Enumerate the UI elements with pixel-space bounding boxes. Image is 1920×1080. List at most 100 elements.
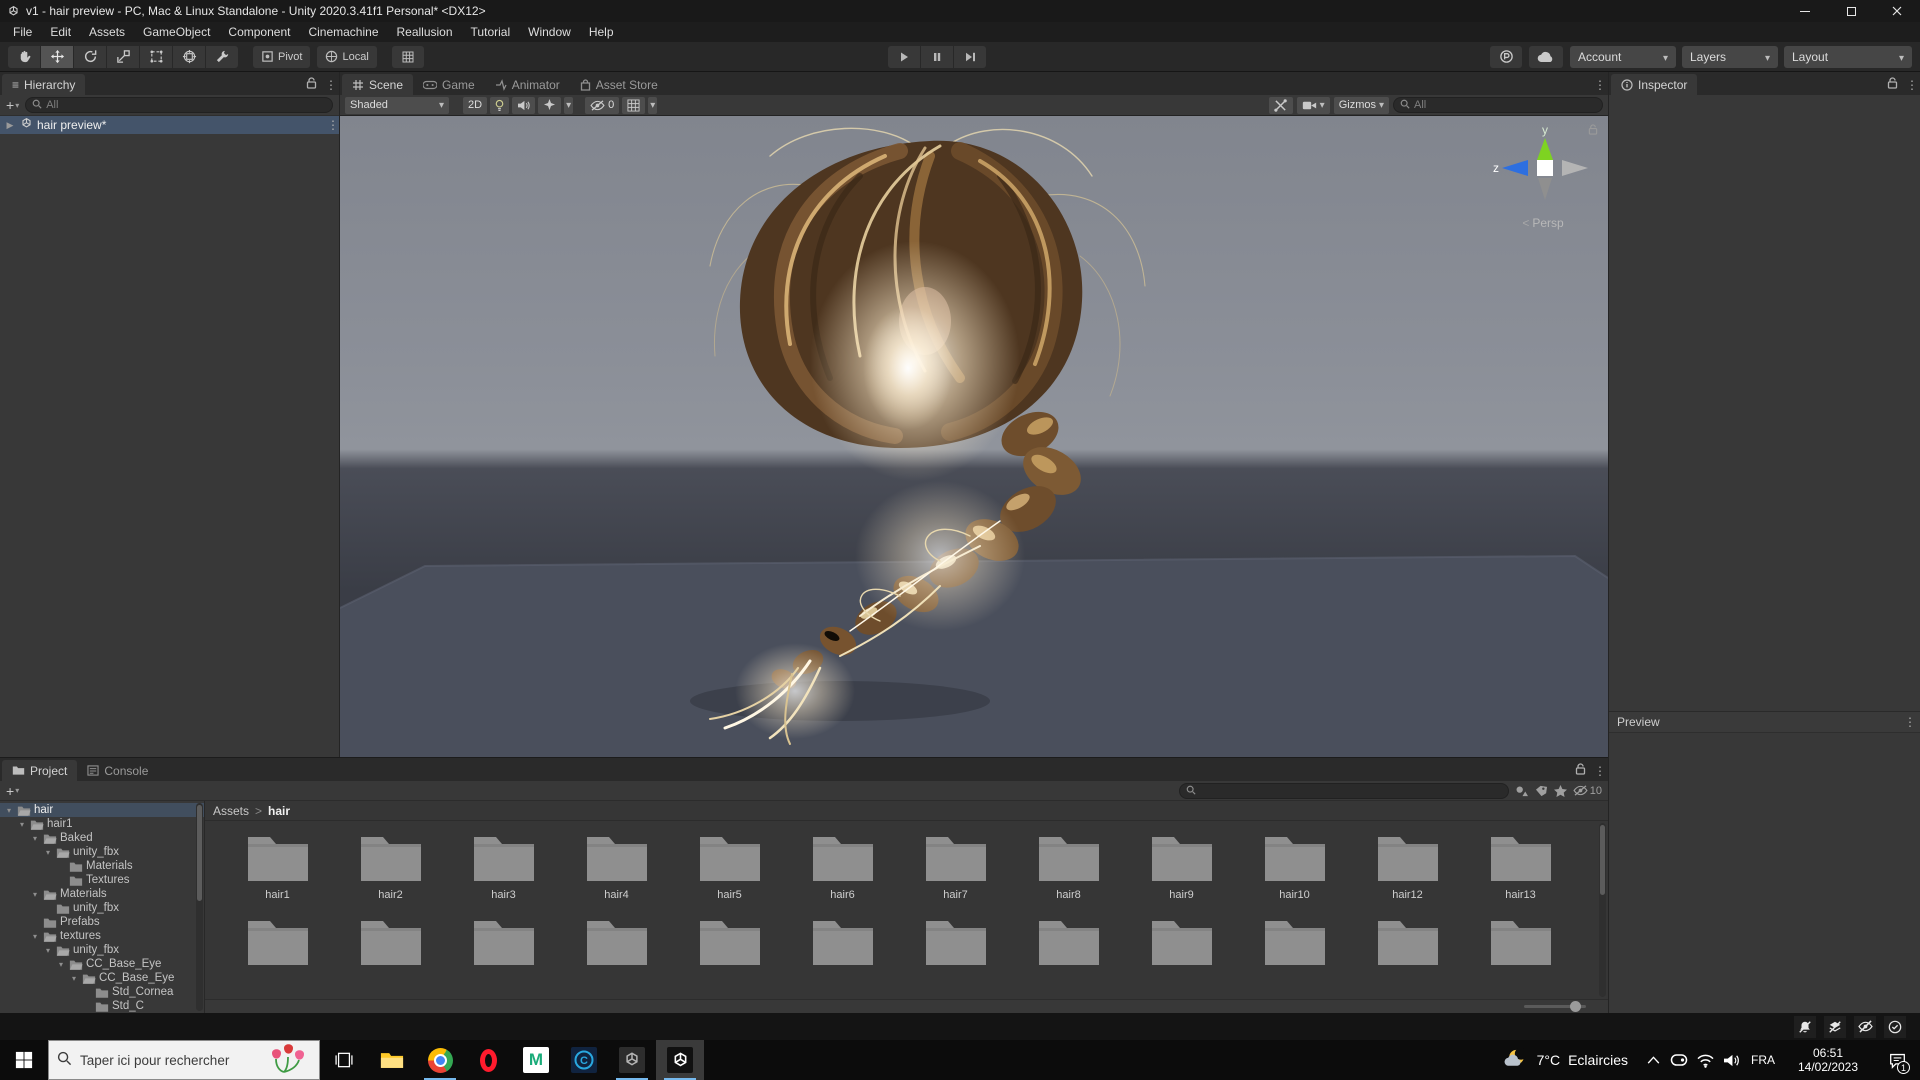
gizmo-lock-icon[interactable] <box>1588 124 1598 138</box>
asset-folder-partial[interactable] <box>228 915 328 970</box>
menu-edit[interactable]: Edit <box>41 22 80 42</box>
asset-folder-hair9[interactable]: hair9 <box>1132 831 1232 901</box>
orientation-gizmo[interactable]: y z < Persp <box>1488 122 1598 230</box>
grid-dropdown[interactable] <box>648 96 658 114</box>
project-tree-item-cc_base_eye[interactable]: CC_Base_Eye <box>0 957 204 971</box>
tab-console[interactable]: Console <box>77 760 158 781</box>
layers-dropdown[interactable]: Layers <box>1682 45 1778 68</box>
menu-gameobject[interactable]: GameObject <box>134 22 219 42</box>
menu-cinemachine[interactable]: Cinemachine <box>299 22 387 42</box>
project-tree-item-materials[interactable]: Materials <box>0 887 204 901</box>
hierarchy-menu-icon[interactable] <box>325 78 333 92</box>
project-search-input[interactable] <box>1199 784 1502 797</box>
asset-folder-partial[interactable] <box>454 915 554 970</box>
project-tree-item-unity_fbx[interactable]: unity_fbx <box>0 943 204 957</box>
asset-folder-partial[interactable] <box>1019 915 1119 970</box>
local-toggle-button[interactable]: Local <box>317 45 377 68</box>
hierarchy-add-button[interactable]: + <box>6 97 19 113</box>
asset-folder-hair2[interactable]: hair2 <box>341 831 441 901</box>
inspector-menu-icon[interactable] <box>1906 78 1914 92</box>
plastic-scm-button[interactable] <box>1490 45 1522 68</box>
tray-chevron-up-icon[interactable] <box>1640 1040 1666 1080</box>
expander-icon[interactable] <box>56 960 66 969</box>
tab-inspector[interactable]: Inspector <box>1611 74 1698 95</box>
projection-toggle[interactable]: < Persp <box>1488 216 1598 230</box>
scene-search[interactable] <box>1393 97 1603 113</box>
project-tree-item-materials[interactable]: Materials <box>0 859 204 873</box>
menu-window[interactable]: Window <box>519 22 580 42</box>
expander-icon[interactable] <box>30 834 40 843</box>
expander-icon[interactable] <box>43 946 53 955</box>
scene-item-menu-icon[interactable] <box>327 118 335 132</box>
menu-assets[interactable]: Assets <box>80 22 134 42</box>
scene-visibility-button[interactable]: 0 <box>585 96 620 114</box>
project-search[interactable] <box>1178 782 1509 799</box>
project-add-button[interactable]: + <box>6 783 19 799</box>
unity-hub-icon[interactable] <box>608 1040 656 1080</box>
asset-folder-partial[interactable] <box>1471 915 1571 970</box>
asset-folder-hair5[interactable]: hair5 <box>680 831 780 901</box>
project-tree-item-std_cornea[interactable]: Std_Cornea <box>0 985 204 999</box>
medibang-icon[interactable]: M <box>512 1040 560 1080</box>
step-button[interactable] <box>954 46 986 68</box>
tree-scrollbar[interactable] <box>196 803 203 1011</box>
scene-grid-button[interactable] <box>622 96 646 114</box>
lighting-toggle-button[interactable] <box>490 96 510 114</box>
menu-file[interactable]: File <box>4 22 41 42</box>
start-button[interactable] <box>0 1040 48 1080</box>
notification-center-button[interactable]: 1 <box>1874 1040 1920 1080</box>
project-tree-item-std_c[interactable]: Std_C <box>0 999 204 1013</box>
grid-scrollbar[interactable] <box>1599 823 1606 997</box>
scene-viewport[interactable]: y z < Persp <box>340 116 1608 757</box>
audio-toggle-button[interactable] <box>512 96 536 114</box>
asset-folder-partial[interactable] <box>341 915 441 970</box>
expander-icon[interactable] <box>43 848 53 857</box>
play-button[interactable] <box>888 46 920 68</box>
taskbar-search[interactable]: Taper ici pour rechercher <box>48 1040 320 1080</box>
check-circle-icon[interactable] <box>1884 1015 1906 1038</box>
opera-icon[interactable] <box>464 1040 512 1080</box>
scene-search-input[interactable] <box>1414 99 1596 111</box>
tab-asset-store[interactable]: Asset Store <box>570 74 668 95</box>
task-view-button[interactable] <box>320 1040 368 1080</box>
wifi-icon[interactable] <box>1692 1040 1718 1080</box>
project-menu-icon[interactable] <box>1594 764 1602 778</box>
asset-folder-hair3[interactable]: hair3 <box>454 831 554 901</box>
shading-mode-dropdown[interactable]: Shaded <box>345 96 449 114</box>
asset-folder-hair6[interactable]: hair6 <box>793 831 893 901</box>
scene-camera-dropdown[interactable] <box>1296 96 1330 114</box>
chrome-icon[interactable] <box>416 1040 464 1080</box>
search-by-label-icon[interactable] <box>1535 785 1548 797</box>
effects-dropdown[interactable] <box>564 96 574 114</box>
layout-dropdown[interactable]: Layout <box>1784 45 1912 68</box>
unity-editor-icon[interactable] <box>656 1040 704 1080</box>
breadcrumb-root[interactable]: Assets <box>213 804 249 818</box>
volume-icon[interactable] <box>1718 1040 1744 1080</box>
expander-icon[interactable] <box>4 806 14 815</box>
breadcrumb-current[interactable]: hair <box>268 804 290 818</box>
asset-folder-hair7[interactable]: hair7 <box>906 831 1006 901</box>
transform-tool-button[interactable] <box>173 45 205 68</box>
tab-project[interactable]: Project <box>2 760 78 781</box>
gizmos-dropdown[interactable]: Gizmos <box>1333 96 1389 114</box>
expander-icon[interactable] <box>30 932 40 941</box>
hierarchy-search-input[interactable] <box>46 99 326 111</box>
project-tree-item-baked[interactable]: Baked <box>0 831 204 845</box>
asset-folder-partial[interactable] <box>567 915 667 970</box>
project-tree-item-unity_fbx[interactable]: unity_fbx <box>0 845 204 859</box>
file-explorer-icon[interactable] <box>368 1040 416 1080</box>
maximize-button[interactable] <box>1828 0 1874 22</box>
asset-folder-partial[interactable] <box>906 915 1006 970</box>
asset-folder-hair12[interactable]: hair12 <box>1358 831 1458 901</box>
project-tree-item-hair1[interactable]: hair1 <box>0 817 204 831</box>
rect-tool-button[interactable] <box>140 45 172 68</box>
hierarchy-search[interactable] <box>25 97 333 113</box>
menu-reallusion[interactable]: Reallusion <box>388 22 462 42</box>
search-by-type-icon[interactable] <box>1515 785 1529 797</box>
expander-icon[interactable] <box>4 120 16 131</box>
muted-bell-icon[interactable] <box>1794 1015 1816 1038</box>
language-indicator[interactable]: FRA <box>1744 1040 1782 1080</box>
unlock-icon[interactable] <box>1887 77 1898 92</box>
asset-folder-partial[interactable] <box>1132 915 1232 970</box>
hidden-packages-count[interactable]: 10 <box>1573 785 1602 797</box>
